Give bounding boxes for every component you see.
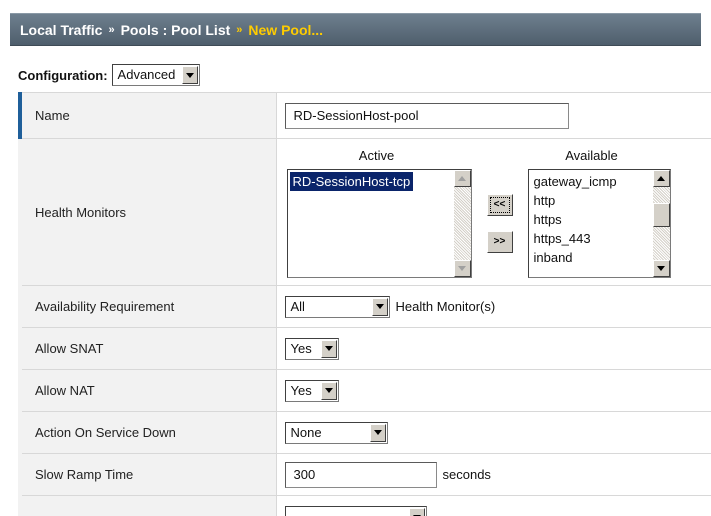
availability-requirement-value: All (290, 298, 305, 314)
list-item[interactable]: http (531, 191, 620, 210)
allow-snat-row: Allow SNAT Yes (18, 327, 711, 370)
scroll-thumb[interactable] (652, 203, 670, 227)
active-monitors-items: RD-SessionHost-tcp (289, 172, 414, 191)
allow-nat-value: Yes (290, 382, 312, 398)
availability-requirement-row: Availability Requirement All Health Moni… (18, 285, 711, 328)
seconds-suffix: seconds (442, 467, 491, 482)
scroll-up-icon[interactable] (652, 170, 670, 187)
chevron-down-icon[interactable] (369, 423, 386, 442)
name-row: Name (18, 92, 711, 139)
chevron-down-icon[interactable] (408, 508, 425, 516)
slow-ramp-time-label: Slow Ramp Time (18, 453, 277, 496)
chevron-down-icon[interactable] (320, 339, 337, 358)
slow-ramp-time-input[interactable] (284, 461, 437, 488)
list-item[interactable]: https (531, 210, 620, 229)
allow-nat-row: Allow NAT Yes (18, 369, 711, 412)
next-row-label (18, 495, 277, 516)
new-pool-page: Local Traffic » Pools : Pool List » New … (0, 0, 711, 516)
allow-snat-select[interactable]: Yes (284, 337, 339, 360)
move-to-available-button[interactable]: >> (486, 231, 513, 253)
move-to-active-button[interactable]: << (486, 194, 513, 216)
availability-requirement-label: Availability Requirement (18, 285, 277, 328)
health-monitors-widget: Active Available RD-SessionHost-tcp << >… (277, 139, 711, 285)
breadcrumb: Local Traffic » Pools : Pool List » New … (10, 13, 701, 46)
name-input[interactable] (284, 102, 569, 129)
list-item[interactable]: RD-SessionHost-tcp (289, 172, 414, 191)
list-item[interactable]: https_443 (531, 229, 620, 248)
next-row-partial (18, 495, 711, 516)
name-label: Name (18, 92, 277, 139)
breadcrumb-pool-list[interactable]: Pools : Pool List (121, 22, 231, 38)
available-monitors-items: gateway_icmp http https https_443 inband (531, 172, 620, 267)
list-item[interactable]: inband (531, 248, 620, 267)
action-on-service-down-label: Action On Service Down (18, 411, 277, 454)
chevron-down-icon[interactable] (181, 66, 198, 84)
action-on-service-down-select[interactable]: None (284, 421, 388, 444)
breadcrumb-current-page: New Pool... (248, 21, 324, 38)
breadcrumb-separator: » (236, 23, 243, 36)
action-on-service-down-value: None (290, 424, 322, 440)
breadcrumb-separator: » (108, 23, 115, 36)
configuration-select[interactable]: Advanced (111, 64, 200, 86)
active-column-header: Active (358, 148, 395, 163)
available-monitors-list[interactable]: gateway_icmp http https https_443 inband (527, 169, 671, 278)
health-monitors-row: Health Monitors Active Available RD-Sess… (18, 138, 711, 286)
action-on-service-down-row: Action On Service Down None (18, 411, 711, 454)
active-list-scrollbar[interactable] (453, 170, 471, 277)
health-monitors-label: Health Monitors (18, 138, 277, 286)
chevron-down-icon[interactable] (371, 297, 388, 316)
configuration-row: Configuration: Advanced (18, 64, 200, 86)
available-column-header: Available (565, 148, 618, 163)
allow-nat-select[interactable]: Yes (284, 379, 339, 402)
chevron-down-icon[interactable] (320, 381, 337, 400)
available-list-scrollbar[interactable] (652, 170, 670, 277)
allow-nat-label: Allow NAT (18, 369, 277, 412)
health-monitors-suffix: Health Monitor(s) (395, 299, 496, 314)
configuration-label: Configuration: (18, 67, 108, 83)
configuration-select-value: Advanced (117, 67, 176, 82)
allow-snat-label: Allow SNAT (18, 327, 277, 370)
next-row-select[interactable] (284, 506, 427, 516)
allow-snat-value: Yes (290, 340, 312, 356)
pool-properties-table: Name Health Monitors Active Available RD… (18, 92, 711, 516)
breadcrumb-local-traffic[interactable]: Local Traffic (20, 22, 102, 38)
availability-requirement-select[interactable]: All (284, 295, 390, 318)
scroll-down-icon[interactable] (453, 260, 471, 277)
list-item[interactable]: gateway_icmp (531, 172, 620, 191)
scroll-up-icon[interactable] (453, 170, 471, 187)
active-monitors-list[interactable]: RD-SessionHost-tcp (286, 169, 472, 278)
scroll-down-icon[interactable] (652, 260, 670, 277)
slow-ramp-time-row: Slow Ramp Time seconds (18, 453, 711, 496)
